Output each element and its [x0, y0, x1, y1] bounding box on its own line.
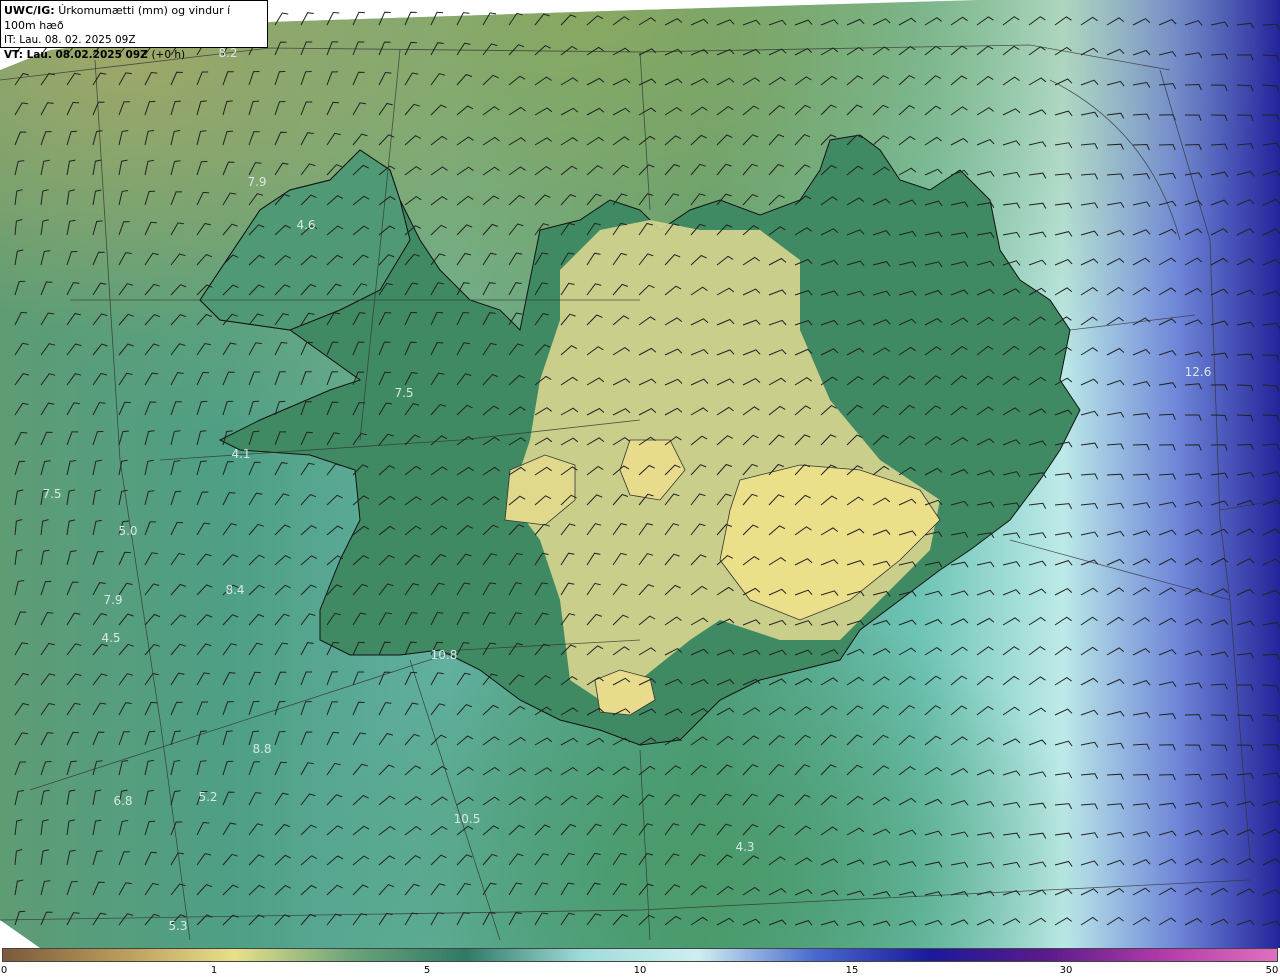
value-label: 4.6: [296, 218, 315, 232]
value-label: 10.5: [454, 812, 481, 826]
colorbar-tick: 10: [633, 965, 647, 976]
issue-time: IT: Lau. 08. 02. 2025 09Z: [4, 34, 136, 46]
forecast-map: 8.2 7.9 4.6 4.1 7.5 5.0 7.9 8.4 4.5 10.8 8.8 6.8 5.2…: [0, 0, 1280, 948]
value-label: 7.9: [103, 593, 122, 607]
colorbar-tick: 1: [210, 965, 218, 976]
value-label: 8.4: [225, 583, 244, 597]
value-label: 4.5: [101, 631, 120, 645]
colorbar-tick: 50: [1265, 965, 1279, 976]
value-label: 12.6: [1185, 365, 1212, 379]
valid-time: VT: Lau. 08.02.2025 09Z: [4, 49, 148, 61]
colorbar-tick: 30: [1059, 965, 1073, 976]
value-label: 5.0: [118, 524, 137, 538]
colorbar-tick: 15: [845, 965, 859, 976]
colorbar-tick: 5: [423, 965, 431, 976]
value-label: 10.8: [431, 648, 458, 662]
colorbar-tick: 0: [0, 965, 8, 976]
value-label: 7.5: [394, 386, 413, 400]
model-name: UWC/IG:: [4, 4, 55, 17]
map-header: UWC/IG: Úrkomumætti (mm) og vindur í 100…: [0, 0, 268, 61]
value-label: 4.3: [735, 840, 754, 854]
value-label: 4.1: [231, 447, 250, 461]
colorbar: 0 1 5 10 15 30 50: [0, 948, 1280, 978]
value-label: 8.8: [252, 742, 271, 756]
value-label: 5.3: [168, 919, 187, 933]
value-label: 7.9: [247, 175, 266, 189]
colorbar-gradient: [2, 948, 1278, 962]
value-label: 6.8: [113, 794, 132, 808]
value-label: 5.2: [198, 790, 217, 804]
lead-time: (+0 h): [151, 49, 186, 61]
value-label: 7.5: [42, 487, 61, 501]
